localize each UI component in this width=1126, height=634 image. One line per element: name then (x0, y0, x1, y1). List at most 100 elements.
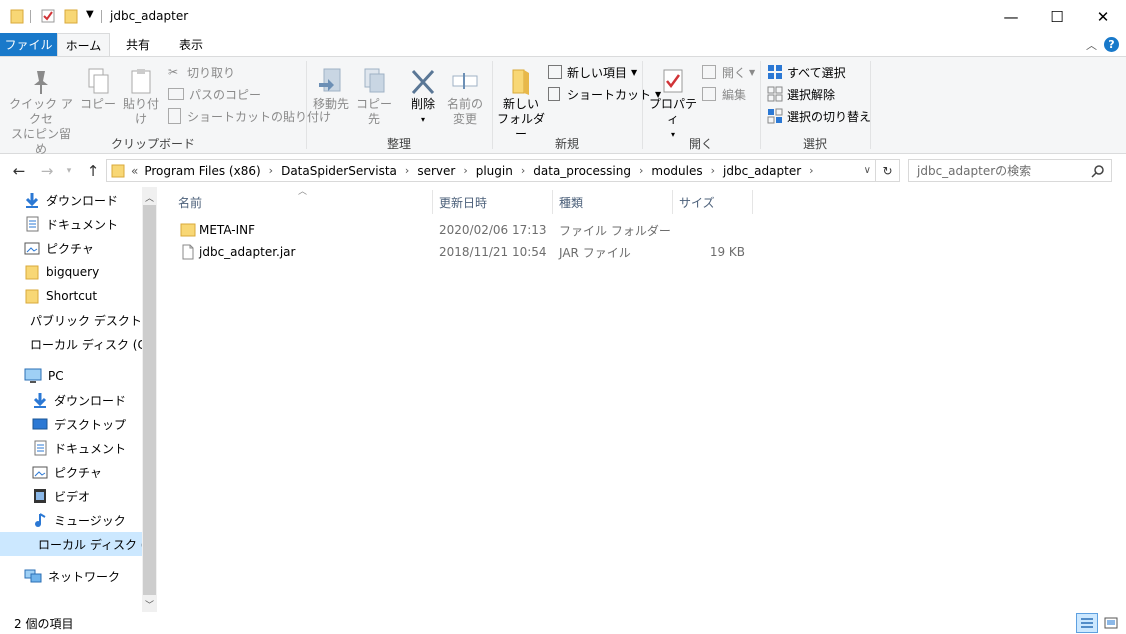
tab-share[interactable]: 共有 (112, 33, 164, 56)
chevron-right-icon[interactable]: › (809, 164, 813, 177)
item-count: 2 個の項目 (14, 616, 74, 631)
open-button[interactable]: 開く ▼ (702, 62, 755, 82)
overflow-crumb[interactable]: « (131, 164, 138, 178)
large-icons-view-button[interactable] (1100, 613, 1122, 633)
crumb-dataspider[interactable]: DataSpiderServista (281, 164, 397, 178)
chevron-right-icon[interactable]: › (521, 164, 525, 177)
column-header-name[interactable]: 名前 (178, 190, 430, 214)
chevron-right-icon[interactable]: › (269, 164, 273, 177)
forward-arrow-icon[interactable]: → (36, 155, 58, 187)
help-icon[interactable]: ? (1104, 37, 1119, 52)
new-item-dropdown-icon: ▼ (631, 67, 638, 77)
group-label-select: 選択 (802, 137, 827, 151)
select-none-button[interactable]: 選択解除 (767, 84, 835, 104)
scroll-up-icon[interactable]: ︿ (143, 190, 156, 204)
chevron-right-icon[interactable]: › (405, 164, 409, 177)
nav-item-downloads[interactable]: ダウンロード 📌 (24, 188, 142, 212)
nav-label: ミュージック (54, 513, 126, 528)
maximize-button[interactable]: ☐ (1034, 0, 1080, 33)
select-all-button[interactable]: すべて選択 (767, 62, 846, 82)
column-header-type[interactable]: 種類 (559, 190, 669, 214)
nav-item-public-desktop[interactable]: パブリック デスクトップ (24, 308, 142, 332)
crumb-server[interactable]: server (417, 164, 455, 178)
nav-item-documents[interactable]: ドキュメント 📌 (24, 212, 142, 236)
document-icon (26, 216, 39, 232)
details-view-button[interactable] (1076, 613, 1098, 633)
table-row[interactable]: META-INF 2020/02/06 17:13 ファイル フォルダー (170, 219, 760, 241)
ribbon-collapse-icon[interactable]: ︿ (1086, 37, 1097, 53)
nav-item-pc-desktop[interactable]: デスクトップ (32, 412, 150, 436)
properties-check-icon[interactable] (40, 8, 56, 24)
chevron-right-icon[interactable]: › (463, 164, 467, 177)
up-arrow-icon[interactable]: ↑ (82, 155, 104, 187)
customize-dropdown-icon[interactable]: ▼ (86, 9, 94, 20)
edit-button[interactable]: 編集 (702, 84, 746, 104)
column-separator[interactable] (672, 190, 673, 214)
easy-access-shortcut-button[interactable]: ショートカット ▼ (548, 84, 661, 104)
new-folder-icon[interactable] (64, 8, 78, 24)
tab-file[interactable]: ファイル (0, 33, 57, 56)
search-input[interactable]: jdbc_adapterの検索 (908, 159, 1112, 182)
recent-dropdown-icon[interactable]: ▾ (58, 155, 80, 187)
column-separator[interactable] (432, 190, 433, 214)
minimize-button[interactable]: — (988, 0, 1034, 33)
crumb-plugin[interactable]: plugin (476, 164, 513, 178)
copy-to-button[interactable]: コピー先 (352, 67, 396, 127)
crumb-jdbc-adapter[interactable]: jdbc_adapter (723, 164, 801, 178)
folder-icon (180, 223, 196, 237)
column-separator[interactable] (552, 190, 553, 214)
invert-selection-button[interactable]: 選択の切り替え (767, 106, 871, 126)
tab-home[interactable]: ホーム (57, 33, 110, 56)
copy-label: コピー (80, 97, 117, 111)
column-header-modified[interactable]: 更新日時 (439, 190, 549, 214)
paste-button[interactable]: 貼り付け (118, 67, 164, 127)
nav-label: PC (48, 369, 64, 383)
crumb-program-files[interactable]: Program Files (x86) (144, 164, 260, 178)
nav-label: ローカル ディスク (C:) (30, 337, 142, 352)
nav-item-pc[interactable]: PC (24, 364, 142, 388)
nav-item-network[interactable]: ネットワーク (24, 564, 142, 588)
nav-label: ダウンロード (54, 393, 127, 408)
column-separator[interactable] (752, 190, 753, 214)
search-icon[interactable] (1091, 164, 1105, 178)
copy-button[interactable]: コピー (80, 67, 116, 112)
nav-scrollbar-thumb[interactable] (143, 205, 156, 595)
chevron-right-icon[interactable]: › (639, 164, 643, 177)
chevron-right-icon[interactable]: › (711, 164, 715, 177)
nav-item-pc-documents[interactable]: ドキュメント (32, 436, 150, 460)
delete-button[interactable]: 削除 ▾ (404, 67, 442, 127)
new-folder-button[interactable]: 新しい フォルダー (496, 67, 546, 142)
pin-label-line1: クイック アクセ (9, 97, 73, 126)
tab-view[interactable]: 表示 (166, 33, 216, 56)
table-row[interactable]: jdbc_adapter.jar 2018/11/21 10:54 JAR ファ… (170, 241, 760, 263)
column-header-size[interactable]: サイズ (679, 190, 749, 214)
paste-icon (131, 69, 151, 94)
copy-path-button[interactable]: パスのコピー (168, 84, 261, 104)
rename-label-line1: 名前の (446, 97, 483, 111)
nav-item-pc-downloads[interactable]: ダウンロード (32, 388, 150, 412)
nav-item-bigquery[interactable]: bigquery (24, 260, 142, 284)
nav-item-pictures[interactable]: ピクチャ 📌 (24, 236, 142, 260)
nav-item-pc-videos[interactable]: ビデオ (32, 484, 150, 508)
crumb-modules[interactable]: modules (651, 164, 702, 178)
back-arrow-icon[interactable]: ← (8, 155, 30, 187)
nav-item-pc-music[interactable]: ミュージック (32, 508, 150, 532)
file-icon (182, 244, 194, 260)
close-button[interactable]: ✕ (1080, 0, 1126, 33)
rename-button[interactable]: 名前の 変更 (444, 67, 486, 127)
properties-button[interactable]: プロパティ ▾ (646, 67, 700, 142)
address-bar[interactable]: « Program Files (x86) › DataSpiderServist… (106, 159, 876, 182)
nav-item-pc-local-disk[interactable]: ローカル ディスク (C:) (0, 532, 142, 556)
move-to-button[interactable]: 移動先 (310, 67, 352, 112)
file-size: 19 KB (709, 245, 745, 259)
nav-item-local-disk-quick[interactable]: ローカル ディスク (C:) (24, 332, 142, 356)
ribbon-tabs: ファイル ホーム 共有 表示 ︿ ? (0, 33, 1126, 56)
refresh-button[interactable]: ↻ (876, 159, 900, 182)
crumb-data-processing[interactable]: data_processing (533, 164, 631, 178)
cut-button[interactable]: ✂ 切り取り (168, 62, 235, 82)
nav-item-shortcut[interactable]: Shortcut (24, 284, 142, 308)
address-dropdown-icon[interactable]: ∨ (864, 165, 871, 176)
scroll-down-icon[interactable]: ﹀ (143, 597, 156, 611)
new-item-button[interactable]: 新しい項目 ▼ (548, 62, 637, 82)
nav-item-pc-pictures[interactable]: ピクチャ (32, 460, 150, 484)
